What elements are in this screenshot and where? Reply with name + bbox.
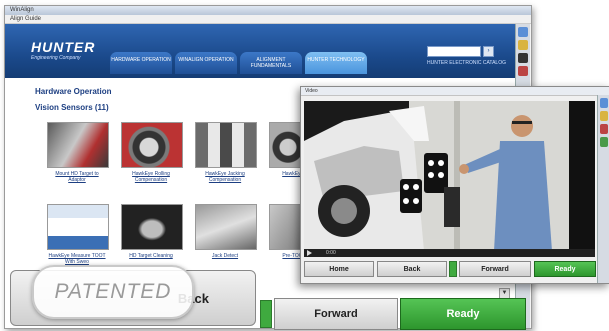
thumbnail-image: [47, 204, 109, 250]
window-titlebar: WinAlign: [5, 6, 531, 15]
video-window-titlebar: Video: [301, 87, 609, 96]
video-thumbnail[interactable]: HD Target Cleaning: [121, 204, 185, 259]
thumbnail-image: [195, 122, 257, 168]
thumbnail-caption: HawkEye Rolling Compensation: [132, 171, 170, 183]
hunter-logo-subtitle: Engineering Company: [31, 55, 81, 61]
app-header: HUNTER Engineering Company HARDWARE OPER…: [5, 24, 515, 78]
video-controls[interactable]: 0:00: [304, 249, 595, 257]
thumbnail-caption: Mount HD Target to Adaptor: [55, 171, 99, 183]
video-status-indicator: [449, 261, 457, 277]
video-window: Video 0:00 Home Back Forward Ready: [300, 86, 609, 284]
video-time: 0:00: [326, 250, 336, 256]
menu-bar[interactable]: Align Guide: [5, 15, 531, 24]
alert-icon[interactable]: [518, 66, 528, 76]
tools-icon[interactable]: [518, 40, 528, 50]
section-title: Hardware Operation: [35, 87, 112, 96]
tools-icon[interactable]: [600, 111, 608, 121]
play-icon[interactable]: [307, 250, 312, 256]
video-forward-button[interactable]: Forward: [459, 261, 531, 277]
video-player[interactable]: [304, 101, 595, 251]
settings-icon[interactable]: [600, 137, 608, 147]
video-thumbnail[interactable]: Jack Detect: [195, 204, 259, 259]
search-input[interactable]: [427, 46, 481, 57]
video-frame-image: [304, 101, 595, 251]
help-icon[interactable]: [600, 98, 608, 108]
forward-button[interactable]: Forward: [274, 298, 398, 330]
home-button[interactable]: Home: [304, 261, 374, 277]
tab-hunter-technology[interactable]: HUNTER TECHNOLOGY: [305, 52, 367, 74]
ready-button[interactable]: Ready: [400, 298, 526, 330]
hunter-logo: HUNTER: [31, 39, 96, 55]
thumbnail-image: [121, 122, 183, 168]
tab-winalign-operation[interactable]: WINALIGN OPERATION: [175, 52, 237, 74]
tab-alignment-fundamentals[interactable]: ALIGNMENT FUNDAMENTALS: [240, 52, 302, 74]
help-icon[interactable]: [518, 27, 528, 37]
video-back-button[interactable]: Back: [377, 261, 447, 277]
tab-hardware-operation[interactable]: HARDWARE OPERATION: [110, 52, 172, 74]
patented-badge: PATENTED: [32, 265, 194, 319]
section-subtitle: Vision Sensors (11): [35, 103, 109, 112]
video-side-toolbar: [597, 95, 609, 283]
thumbnail-caption: HawkEye Jacking Compensation: [205, 171, 245, 183]
video-thumbnail[interactable]: Mount HD Target to Adaptor: [47, 122, 111, 183]
video-ready-button[interactable]: Ready: [534, 261, 596, 277]
electronic-catalog-link[interactable]: HUNTER ELECTRONIC CATALOG: [427, 60, 506, 66]
thumbnail-image: [121, 204, 183, 250]
status-indicator: [260, 300, 272, 328]
thumbnail-caption: HawkEye Measure TOOT With Sweo: [48, 253, 106, 265]
thumbnail-caption: HD Target Cleaning: [129, 253, 173, 259]
thumbnail-image: [47, 122, 109, 168]
video-thumbnail[interactable]: HawkEye Jacking Compensation: [195, 122, 259, 183]
alert-icon[interactable]: [600, 124, 608, 134]
thumbnail-caption: Jack Detect: [211, 253, 239, 259]
video-thumbnail[interactable]: HawkEye Measure TOOT With Sweo: [47, 204, 111, 265]
search-go-icon[interactable]: ›: [483, 46, 494, 57]
pen-icon[interactable]: [518, 53, 528, 63]
video-thumbnail[interactable]: HawkEye Rolling Compensation: [121, 122, 185, 183]
thumbnail-image: [195, 204, 257, 250]
